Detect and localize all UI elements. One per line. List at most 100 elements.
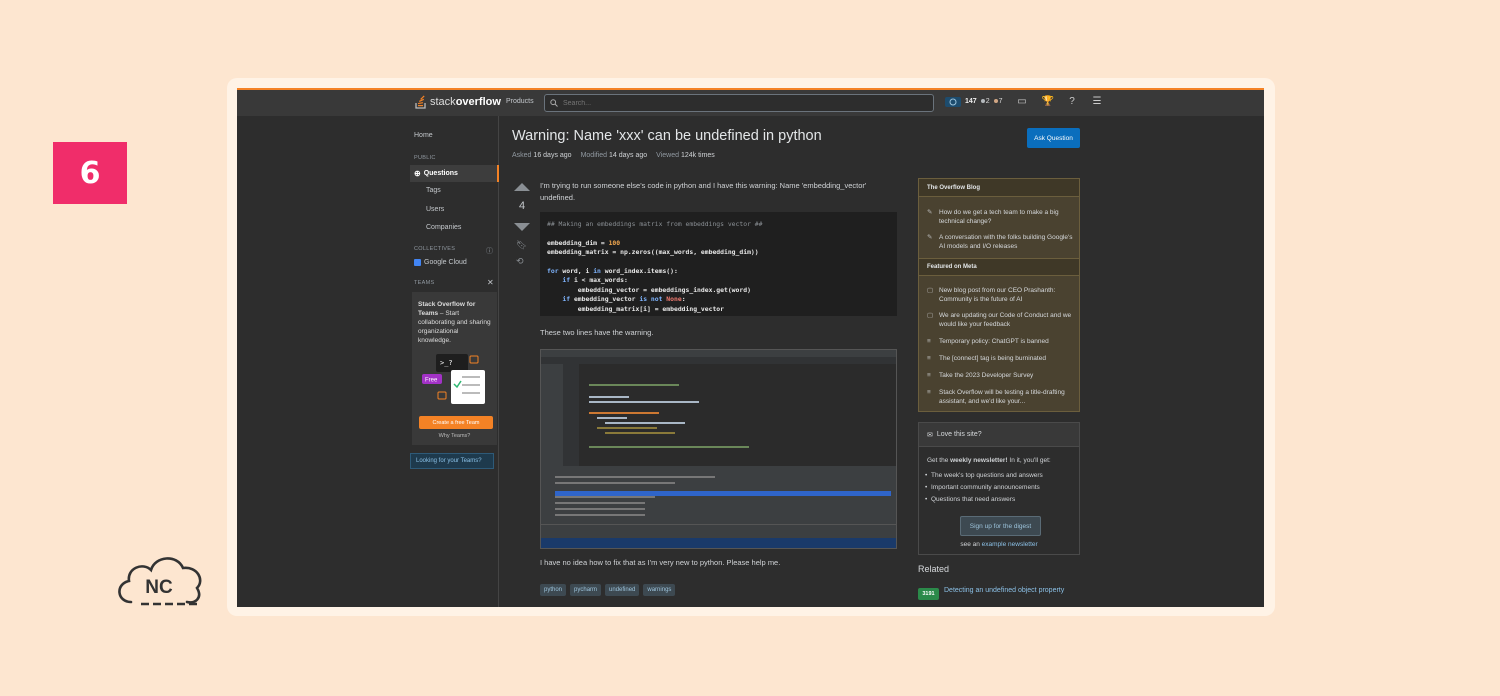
- free-label: Free: [425, 378, 438, 384]
- ide-gutter: [563, 364, 579, 466]
- stackoverflow-logo[interactable]: stackoverflow: [415, 95, 501, 109]
- example-newsletter: see an example newsletter: [919, 541, 1079, 548]
- ide-code-line: [589, 446, 749, 448]
- logo-text-bold: overflow: [455, 96, 501, 108]
- meta-item-text: We are updating our Code of Conduct and …: [939, 312, 1072, 328]
- question-body-help: I have no idea how to fix that as I'm ve…: [540, 558, 781, 567]
- search-input[interactable]: [563, 99, 903, 107]
- meta-item-text: New blog post from our CEO Prashanth: Co…: [939, 287, 1056, 303]
- silver-count: 2: [985, 98, 990, 105]
- logo-text-light: stack: [430, 96, 456, 108]
- newsletter-text-c: In it, you'll get:: [1007, 457, 1051, 464]
- blog-item[interactable]: ✎ A conversation with the folks building …: [927, 233, 1075, 251]
- question-meta: Asked 16 days ago Modified 14 days ago V…: [512, 152, 715, 159]
- globe-icon: ⊕: [414, 169, 421, 178]
- bookmark-icon[interactable]: 🔖︎: [516, 240, 527, 251]
- related-question-link[interactable]: Detecting an undefined object property: [944, 587, 1064, 594]
- blog-header: The Overflow Blog: [919, 179, 1079, 197]
- silver-badge-icon: [980, 99, 985, 103]
- question-title[interactable]: Warning: Name 'xxx' can be undefined in …: [512, 128, 822, 144]
- create-team-button[interactable]: Create a free Team: [419, 416, 493, 429]
- step-badge: 6: [53, 142, 127, 204]
- teams-promo: Stack Overflow for Teams – Start collabo…: [412, 292, 497, 445]
- related-header: Related: [918, 564, 950, 574]
- meta-item[interactable]: ≡ Take the 2023 Developer Survey: [927, 371, 1075, 380]
- tag-warnings[interactable]: warnings: [643, 584, 676, 596]
- meta-item[interactable]: ▢ We are updating our Code of Conduct and…: [927, 311, 1075, 329]
- help-icon[interactable]: ?: [1067, 96, 1078, 107]
- code-block: ## Making an embeddings matrix from embe…: [540, 212, 897, 316]
- search-box[interactable]: [544, 94, 934, 112]
- meta-item[interactable]: ≡ Stack Overflow will be testing a title-…: [927, 388, 1075, 406]
- meta-item[interactable]: ▢ New blog post from our CEO Prashanth: C…: [927, 286, 1075, 304]
- stackoverflow-screenshot: stackoverflow Products 147 2 7 ▭ 🏆 ? ☰ H…: [237, 88, 1264, 607]
- question-body-intro: I'm trying to run someone else's code in…: [540, 181, 867, 202]
- tag-pycharm[interactable]: pycharm: [570, 584, 602, 596]
- code-line-1a: embedding_dim =: [547, 238, 609, 247]
- code-line-3c: in: [593, 267, 601, 276]
- ide-selected-problem: [555, 491, 891, 496]
- newsletter-text-a: Get the: [927, 457, 951, 464]
- blog-item[interactable]: ✎ How do we get a tech team to make a big…: [927, 208, 1075, 226]
- nav-google-cloud[interactable]: Google Cloud: [414, 259, 467, 266]
- ide-statusbar: [541, 524, 896, 538]
- code-comment: ## Making an embeddings matrix from embe…: [547, 220, 763, 228]
- nav-home[interactable]: Home: [414, 132, 433, 139]
- nav-companies[interactable]: Companies: [426, 224, 461, 231]
- stack-icon: ≡: [927, 338, 931, 345]
- downvote-button[interactable]: [514, 223, 530, 231]
- pencil-icon: ✎: [927, 209, 933, 216]
- meta-item[interactable]: ≡ Temporary policy: ChatGPT is banned: [927, 337, 1075, 346]
- code-line-6b: embedding_vector: [570, 295, 640, 304]
- asked-label: Asked: [512, 152, 532, 159]
- meta-item-text: Take the 2023 Developer Survey: [939, 372, 1034, 379]
- code-line-6e: :: [681, 295, 686, 304]
- stack-icon: ≡: [927, 355, 931, 362]
- code-line-6a: if: [547, 295, 571, 304]
- upvote-button[interactable]: [514, 183, 530, 191]
- chat-icon: ▢: [927, 287, 934, 294]
- ide-problem-line: [555, 514, 645, 516]
- site-switcher-icon[interactable]: ☰: [1092, 96, 1103, 107]
- tag-undefined[interactable]: undefined: [605, 584, 640, 596]
- newsletter-text: Get the weekly newsletter! In it, you'll…: [927, 456, 1051, 465]
- products-menu[interactable]: Products: [506, 98, 534, 105]
- stack-icon: ≡: [927, 372, 931, 379]
- mail-icon: ✉: [927, 431, 933, 439]
- code-line-3b: word, i: [558, 267, 594, 276]
- looking-for-teams-button[interactable]: Looking for your Teams?: [410, 453, 494, 469]
- signup-digest-button[interactable]: Sign up for the digest: [960, 516, 1041, 536]
- why-teams-link[interactable]: Why Teams?: [412, 433, 497, 439]
- inbox-icon[interactable]: ▭: [1017, 96, 1028, 107]
- nav-questions[interactable]: ⊕ Questions: [414, 169, 458, 178]
- code-line-3a: for: [547, 267, 559, 276]
- newsletter-list-item: The week's top questions and answers: [925, 472, 1043, 479]
- ask-question-button[interactable]: Ask Question: [1027, 128, 1080, 148]
- nav-google-cloud-label: Google Cloud: [424, 259, 467, 266]
- newsletter-list-item: Important community announcements: [925, 484, 1040, 491]
- ide-screenshot-image[interactable]: [540, 349, 897, 549]
- avatar[interactable]: [945, 96, 961, 107]
- code-line-6d: None: [662, 295, 682, 304]
- nc-cloud-logo: NC: [118, 557, 202, 606]
- trophy-icon[interactable]: 🏆: [1042, 96, 1054, 107]
- viewed-value: 124k times: [680, 152, 715, 159]
- nav-tags[interactable]: Tags: [426, 187, 441, 194]
- question-tags: python pycharm undefined warnings: [540, 584, 676, 596]
- ide-problem-line: [555, 476, 715, 478]
- overflow-blog-widget: The Overflow Blog ✎ How do we get a tech …: [918, 178, 1080, 412]
- example-newsletter-link[interactable]: example newsletter: [982, 541, 1038, 548]
- meta-item[interactable]: ≡ The [connect] tag is being burninated: [927, 354, 1075, 363]
- info-icon[interactable]: ⓘ: [486, 246, 493, 256]
- ide-code-line: [589, 401, 699, 403]
- nav-users[interactable]: Users: [426, 206, 444, 213]
- modified-label: Modified: [580, 152, 608, 159]
- tag-python[interactable]: python: [540, 584, 567, 596]
- history-icon[interactable]: ⟲: [516, 256, 524, 267]
- left-sidebar: Home PUBLIC ⊕ Questions Tags Users Compan…: [410, 116, 499, 607]
- vote-count: 4: [518, 200, 526, 212]
- close-icon[interactable]: ✕: [487, 278, 494, 287]
- meta-item-text: The [connect] tag is being burninated: [939, 355, 1046, 362]
- svg-text:>_?: >_?: [440, 359, 453, 367]
- teams-description: Stack Overflow for Teams – Start collabo…: [418, 300, 493, 345]
